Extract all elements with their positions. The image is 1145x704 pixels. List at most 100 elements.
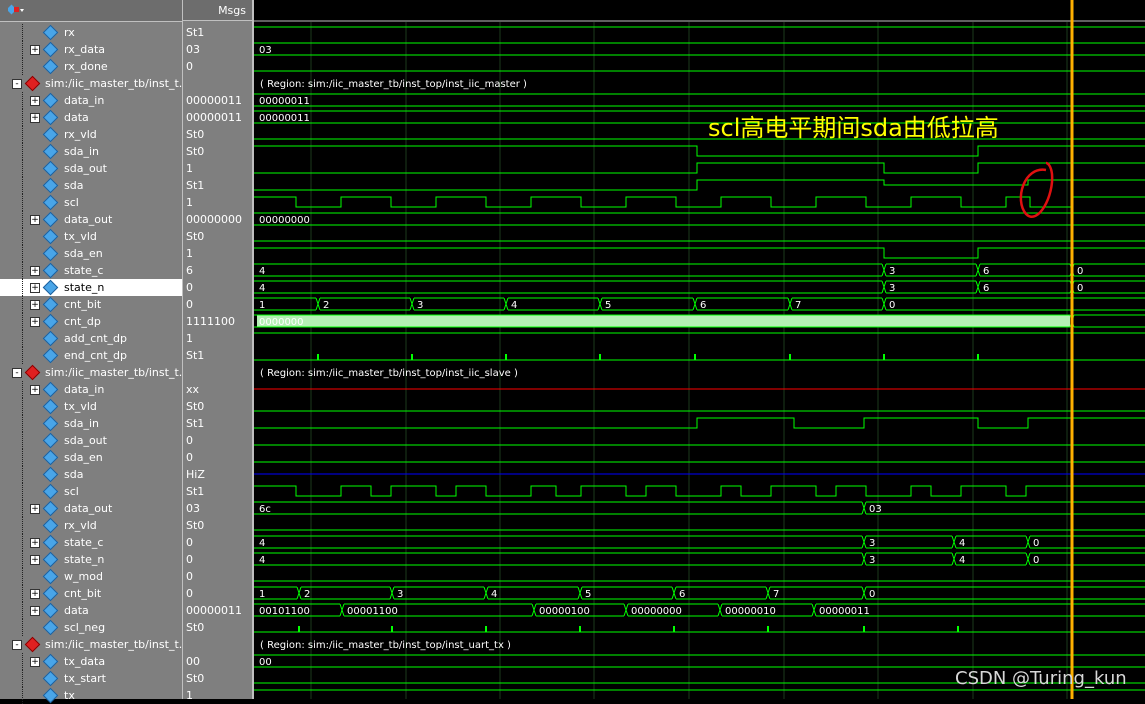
expand-icon[interactable]: + [30, 96, 40, 106]
watermark: CSDN @Turing_kun [955, 668, 1127, 689]
expand-icon[interactable]: + [30, 606, 40, 616]
expand-icon[interactable]: + [30, 657, 40, 667]
msgs-pane[interactable]: Msgs St1 03 0 00000011 00000011 St0 St0 1 St1 1 00… [183, 0, 254, 702]
bus-value-label: 0 [889, 300, 895, 311]
signal-row[interactable]: - sim:/iic_master_tb/inst_t... [0, 364, 189, 381]
signal-value: 0 [186, 434, 193, 447]
signal-row[interactable]: + cnt_bit [0, 296, 182, 313]
bus-wave [980, 263, 1070, 277]
signal-row[interactable]: tx_vld [0, 398, 182, 415]
signal-value-cell: St1 [183, 24, 252, 41]
waveform-canvas[interactable]: 0 3 ( Region: sim:/iic_master_tb/inst_top/… [254, 0, 1145, 699]
signal-name-pane[interactable]: rx + rx_data rx_done - sim:/iic_master_tb/ins… [0, 0, 189, 704]
signal-row[interactable]: scl [0, 483, 182, 500]
bus-value-label: 1 [259, 300, 265, 311]
signal-row[interactable]: scl [0, 194, 182, 211]
signal-name: add_cnt_dp [64, 332, 128, 345]
signal-row[interactable]: - sim:/iic_master_tb/inst_t... [0, 75, 189, 92]
collapse-icon[interactable]: - [12, 79, 22, 89]
signal-row[interactable]: tx_start [0, 670, 182, 687]
signal-row[interactable]: + tx_data [0, 653, 182, 670]
bus-wave [394, 586, 484, 600]
bus-value-label: 5 [585, 589, 591, 600]
tree-line [22, 143, 23, 160]
signal-row[interactable]: rx_vld [0, 517, 182, 534]
signal-row[interactable]: sda_out [0, 432, 182, 449]
signal-row[interactable]: + state_c [0, 534, 182, 551]
waveform-pane[interactable]: 0 3 ( Region: sim:/iic_master_tb/inst_top/… [254, 0, 1145, 699]
bus-transition [671, 586, 677, 600]
expand-icon[interactable]: + [30, 538, 40, 548]
signal-row[interactable]: rx_done [0, 58, 182, 75]
bus-value-label: 0 [1033, 538, 1039, 549]
signal-name: data_in [64, 94, 105, 107]
bus-wave [254, 93, 1145, 107]
bus-wave [886, 280, 976, 294]
expand-icon[interactable]: + [30, 283, 40, 293]
signal-row[interactable]: + data_out [0, 211, 182, 228]
signal-name: sda_in [64, 145, 99, 158]
signal-row[interactable]: + data_out [0, 500, 182, 517]
signal-value-cell: 03 [183, 41, 252, 58]
signal-row[interactable]: tx [0, 687, 182, 704]
bus-transition [623, 603, 629, 617]
signal-row[interactable]: w_mod [0, 568, 182, 585]
signal-row[interactable]: rx [0, 24, 182, 41]
signal-row[interactable]: + state_c [0, 262, 182, 279]
signal-row[interactable]: sda_en [0, 449, 182, 466]
signal-value-cell: St1 [183, 483, 252, 500]
signal-name: sda [64, 179, 84, 192]
region-label: ( Region: sim:/iic_master_tb/inst_top/in… [260, 640, 511, 651]
signal-row[interactable]: sda [0, 177, 182, 194]
bus-wave [508, 297, 598, 311]
expand-icon[interactable]: + [30, 215, 40, 225]
signal-row[interactable]: + data_in [0, 381, 182, 398]
signal-name: state_c [64, 264, 104, 277]
expand-icon[interactable]: + [30, 317, 40, 327]
collapse-icon[interactable]: - [12, 640, 22, 650]
signal-row[interactable]: sda_in [0, 415, 182, 432]
signal-row[interactable]: - sim:/iic_master_tb/inst_t... [0, 636, 189, 653]
signal-row[interactable]: rx_vld [0, 126, 182, 143]
signal-name: end_cnt_dp [64, 349, 128, 362]
bus-value-label: 6 [700, 300, 706, 311]
expand-icon[interactable]: + [30, 266, 40, 276]
collapse-icon[interactable]: - [12, 368, 22, 378]
expand-icon[interactable]: + [30, 555, 40, 565]
signal-name: cnt_bit [64, 587, 102, 600]
bus-wave [602, 297, 693, 311]
expand-icon[interactable]: + [30, 300, 40, 310]
signal-icon [42, 58, 59, 75]
expand-icon[interactable]: + [30, 504, 40, 514]
signal-row[interactable]: + cnt_bit [0, 585, 182, 602]
signal-name: rx [64, 26, 75, 39]
signal-row[interactable]: sda [0, 466, 182, 483]
expand-icon[interactable]: + [30, 45, 40, 55]
signal-row[interactable]: + data_in [0, 92, 182, 109]
signal-row[interactable]: sda_out [0, 160, 182, 177]
signal-row[interactable]: add_cnt_dp [0, 330, 182, 347]
signal-icon [42, 126, 59, 143]
signal-row[interactable]: sda_in [0, 143, 182, 160]
bus-transition [811, 603, 817, 617]
expand-icon[interactable]: + [30, 385, 40, 395]
signal-row[interactable]: tx_vld [0, 228, 182, 245]
bus-wave [254, 552, 862, 566]
wave-toolbar-icon[interactable] [8, 4, 24, 16]
signal-row[interactable]: end_cnt_dp [0, 347, 182, 364]
expand-icon[interactable]: + [30, 113, 40, 123]
signal-row[interactable]: + data [0, 109, 182, 126]
expand-icon[interactable]: + [30, 589, 40, 599]
bus-value-label: 3 [397, 589, 403, 600]
bus-value-label: 4 [259, 538, 265, 549]
signal-icon [42, 381, 59, 398]
signal-row[interactable]: scl_neg [0, 619, 182, 636]
digital-wave [254, 145, 1145, 157]
cnt-dp-bus-fill [257, 315, 1070, 327]
signal-row[interactable]: sda_en [0, 245, 182, 262]
signal-row[interactable]: + state_n [0, 279, 182, 296]
signal-row[interactable]: + state_n [0, 551, 182, 568]
signal-row[interactable]: + rx_data [0, 41, 182, 58]
signal-row[interactable]: + cnt_dp [0, 313, 182, 330]
signal-row[interactable]: + data [0, 602, 182, 619]
